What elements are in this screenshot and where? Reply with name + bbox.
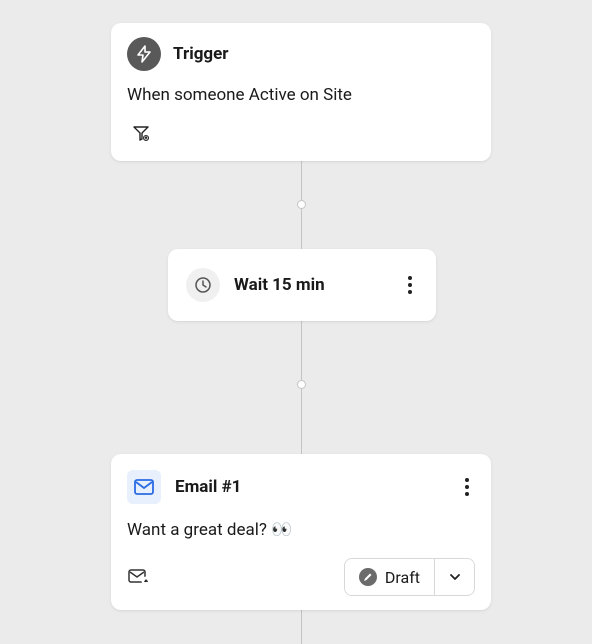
- status-label: Draft: [385, 568, 420, 587]
- clock-icon: [186, 268, 220, 302]
- wait-card[interactable]: Wait 15 min: [168, 249, 436, 321]
- status-button[interactable]: Draft: [345, 559, 434, 595]
- more-menu-button[interactable]: [459, 472, 475, 502]
- more-menu-button[interactable]: [402, 270, 418, 300]
- lightning-icon: [127, 37, 161, 71]
- email-subject: Want a great deal? 👀: [127, 520, 475, 540]
- pencil-icon: [359, 568, 377, 586]
- chevron-down-icon: [448, 570, 462, 584]
- email-header: Email #1: [127, 470, 475, 504]
- email-title: Email #1: [175, 477, 445, 497]
- wait-label: Wait 15 min: [234, 275, 402, 295]
- email-card[interactable]: Email #1 Want a great deal? 👀: [111, 454, 491, 610]
- trigger-title: Trigger: [173, 44, 229, 64]
- filter-icon[interactable]: [127, 119, 155, 147]
- email-footer: Draft: [127, 558, 475, 596]
- mail-icon: [127, 470, 161, 504]
- add-step-dot[interactable]: [297, 200, 306, 209]
- status-selector: Draft: [344, 558, 475, 596]
- trigger-description: When someone Active on Site: [127, 85, 475, 105]
- trigger-card[interactable]: Trigger When someone Active on Site: [111, 23, 491, 161]
- add-step-dot[interactable]: [297, 380, 306, 389]
- smart-send-icon[interactable]: [127, 565, 153, 589]
- status-dropdown-button[interactable]: [434, 559, 474, 595]
- trigger-header: Trigger: [127, 37, 475, 71]
- flow-canvas[interactable]: Trigger When someone Active on Site Wait…: [0, 0, 592, 644]
